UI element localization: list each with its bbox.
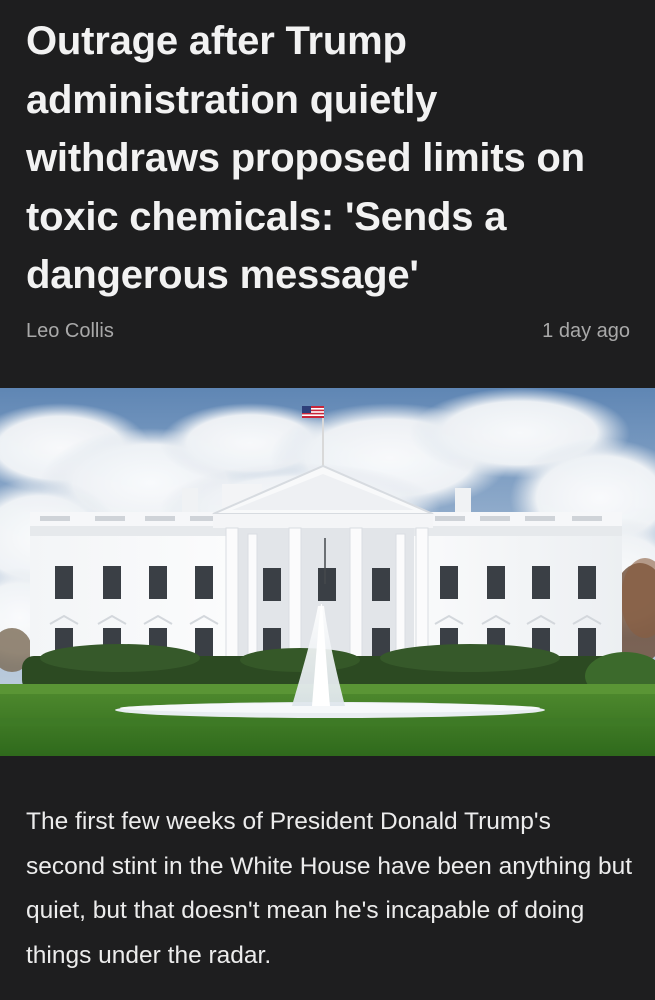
article-header: Outrage after Trump administration quiet… <box>0 0 655 388</box>
us-flag <box>302 406 324 418</box>
published-time: 1 day ago <box>542 319 630 342</box>
author-name[interactable]: Leo Collis <box>26 320 114 343</box>
article-meta: Leo Collis 1 day ago <box>26 318 630 344</box>
article-headline[interactable]: Outrage after Trump administration quiet… <box>26 12 638 305</box>
article-body: The first few weeks of President Donald … <box>26 808 633 969</box>
hero-image[interactable] <box>0 388 655 756</box>
